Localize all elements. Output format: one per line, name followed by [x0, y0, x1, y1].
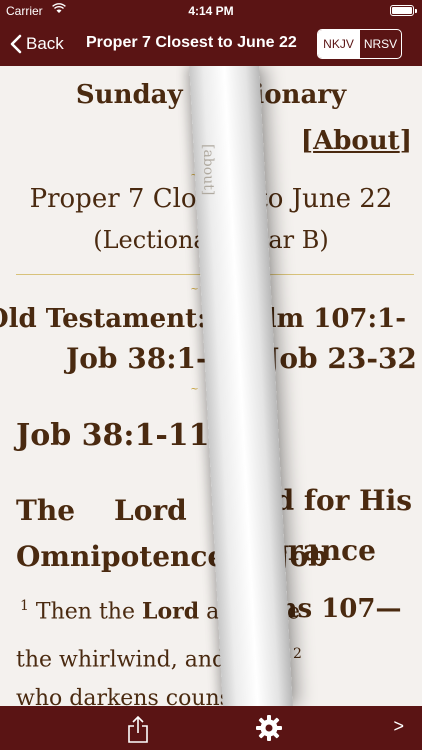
divider-line — [16, 274, 414, 275]
about-label: About — [313, 126, 400, 156]
page-title: Sunday Lectionary — [75, 80, 347, 110]
passage-heading-word: The — [16, 494, 76, 527]
chevron-left-icon — [10, 34, 22, 55]
bottom-toolbar: > — [0, 706, 422, 750]
verse-1-line-2: the whirlwind, and said: 2 — [16, 646, 302, 672]
verse-2: who darkens counsel — [16, 686, 252, 706]
verse-1-right: ms 107— — [270, 594, 402, 624]
battery-icon — [390, 5, 417, 16]
verse-number: 1 — [20, 598, 29, 614]
passage-heading-line-2-right: erance — [270, 534, 376, 567]
back-label: Back — [26, 34, 64, 53]
readings-line-2: Job 38:1-11, Job 23-32 — [66, 342, 417, 375]
gear-icon[interactable] — [255, 714, 283, 742]
passage-reference: Job 38:1-11 — [16, 418, 210, 453]
passage-heading-right: Lord for His — [221, 484, 412, 517]
back-button[interactable]: Back — [10, 32, 64, 56]
proper-heading: Proper 7 Closest to June 22 — [29, 184, 393, 214]
share-icon[interactable] — [126, 714, 150, 744]
segment-nrsv[interactable]: NRSV — [359, 30, 401, 58]
about-link[interactable]: [About] — [301, 126, 412, 156]
ornament-divider: ~ ❦ ~ — [190, 170, 232, 181]
verse-text: Then the — [35, 599, 142, 625]
verse-number: 2 — [293, 646, 302, 662]
verse-lord: Lord — [141, 598, 200, 625]
nav-title: Proper 7 Closest to June 22 — [86, 34, 297, 51]
navigation-bar: Back Proper 7 Closest to June 22 NKJV NR… — [0, 22, 422, 66]
ornament-divider: ~ ❦ ~ — [190, 384, 232, 395]
verse-text: the whirlwind, and said: — [16, 647, 294, 673]
next-button[interactable]: > — [393, 716, 404, 737]
readings-line-1: Old Testament: Psalm 107:1- — [0, 304, 406, 334]
version-segmented-control: NKJV NRSV — [317, 29, 402, 59]
passage-heading-word: Lord — [114, 494, 187, 527]
lectionary-year: (Lectionary Year B) — [93, 226, 329, 254]
segment-nkjv[interactable]: NKJV — [318, 30, 359, 58]
status-time: 4:14 PM — [188, 4, 234, 18]
lectionary-content[interactable]: Sunday Lectionary [About] ~ ❦ ~ Proper 7… — [0, 66, 422, 706]
verse-1: 1 Then the Lord answere — [20, 598, 300, 624]
status-bar: Carrier 4:14 PM — [0, 0, 422, 22]
ornament-divider: ~ ❦ ~ — [190, 284, 232, 295]
